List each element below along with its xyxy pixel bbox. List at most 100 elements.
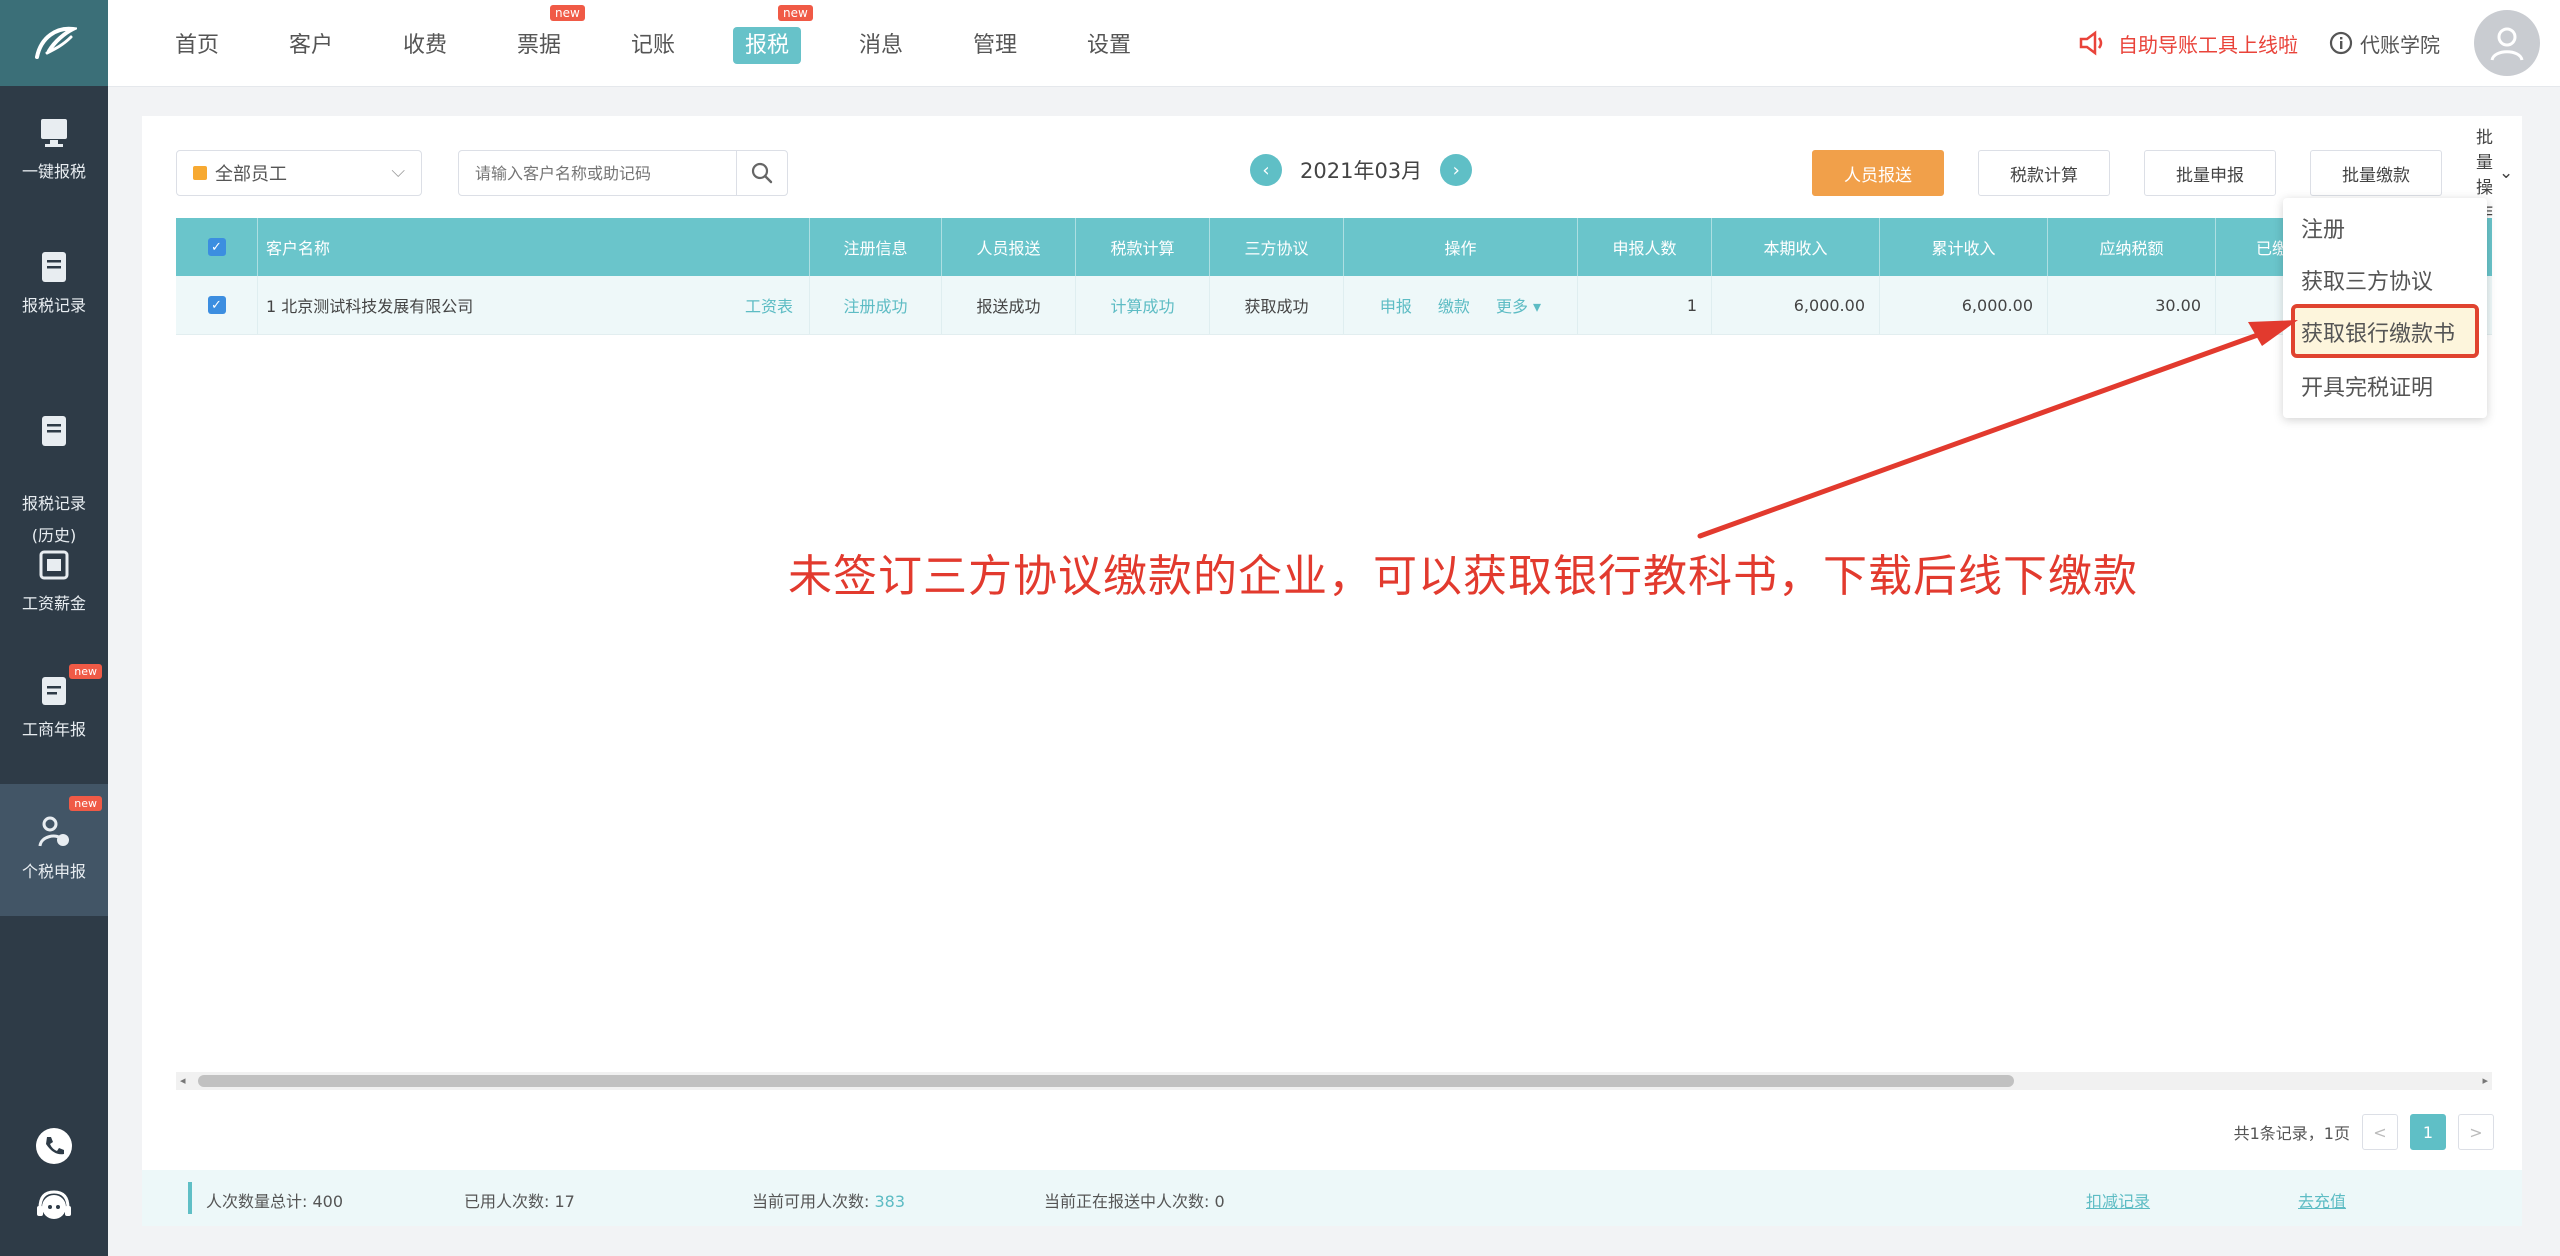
caret-down-icon: ▾ — [1533, 297, 1542, 316]
tax-calc-button[interactable]: 税款计算 — [1978, 150, 2110, 196]
row-select-cell: ✓ — [176, 276, 258, 334]
stats-available-value: 383 — [874, 1192, 906, 1211]
menu-item-tax-certificate[interactable]: 开具完税证明 — [2301, 370, 2433, 402]
batch-declare-button[interactable]: 批量申报 — [2144, 150, 2276, 196]
stats-total: 人次数量总计: 400 — [206, 1192, 344, 1211]
register-status[interactable]: 注册成功 — [810, 276, 942, 334]
sidebar-item-tax-records[interactable]: 报税记录 — [0, 250, 108, 316]
user-avatar[interactable] — [2474, 10, 2540, 76]
nav-label: 消息 — [858, 33, 903, 58]
sidebar-item-salary[interactable]: 工资薪金 — [0, 548, 108, 614]
nav-label: 管理 — [972, 33, 1017, 58]
nav-label: 票据 — [516, 33, 561, 58]
pager-summary: 共1条记录，1页 — [2233, 1124, 2350, 1143]
app-logo[interactable] — [0, 0, 108, 86]
declare-link[interactable]: 申报 — [1380, 293, 1412, 317]
table-header: ✓ 客户名称 注册信息 人员报送 税款计算 三方协议 操作 申报人数 本期收入 … — [176, 218, 2492, 276]
employee-select[interactable]: 全部员工 ⌵ — [176, 150, 422, 196]
menu-item-get-tripartite[interactable]: 获取三方协议 — [2301, 264, 2433, 296]
prev-month-button[interactable]: ‹ — [1250, 154, 1282, 186]
customer-search — [458, 150, 788, 196]
sidebar-item-label: 一键报税 — [21, 162, 86, 181]
menu-item-register[interactable]: 注册 — [2301, 212, 2345, 244]
stats-used: 已用人次数: 17 — [464, 1192, 575, 1211]
header-tax-due: 应纳税额 — [2048, 218, 2216, 276]
nav-settings[interactable]: 设置 — [1052, 27, 1166, 59]
deduction-records-link[interactable]: 扣减记录 — [2086, 1188, 2150, 1212]
scrollbar-thumb[interactable] — [198, 1075, 2014, 1087]
nav-label: 首页 — [174, 33, 219, 58]
staff-report-status: 报送成功 — [942, 276, 1076, 334]
sidebar-item-tax-records-history[interactable]: 报税记录 (历史) — [0, 382, 108, 552]
speaker-icon — [2079, 30, 2103, 56]
import-tool-link[interactable]: 自助导账工具上线啦 — [2078, 29, 2298, 58]
tax-due: 30.00 — [2048, 276, 2216, 334]
horizontal-scrollbar[interactable]: ◂ ▸ — [176, 1072, 2492, 1090]
main-nav: 首页 客户 收费 票据 new 记账 报税 new 消息 管理 设置 — [140, 0, 1166, 86]
stats-available: 当前可用人次数: 383 — [752, 1188, 905, 1212]
customer-name[interactable]: 1 北京测试科技发展有限公司 — [266, 293, 473, 317]
nav-fees[interactable]: 收费 — [368, 27, 482, 59]
pagination: 共1条记录，1页 < 1 > — [2234, 1114, 2494, 1150]
pay-link[interactable]: 缴款 — [1438, 293, 1470, 317]
prev-page-button[interactable]: < — [2362, 1114, 2398, 1150]
sidebar-item-annual-report[interactable]: new 工商年报 — [0, 664, 108, 740]
header-register: 注册信息 — [810, 218, 942, 276]
sidebar: 一键报税 报税记录 报税记录 (历史) 工资薪金 new 工商年报 new 个税… — [0, 86, 108, 1256]
search-icon — [751, 162, 773, 184]
tax-calc-status[interactable]: 计算成功 — [1076, 276, 1210, 334]
more-link[interactable]: 更多 ▾ — [1496, 293, 1541, 317]
academy-link[interactable]: 代账学院 — [2328, 29, 2440, 58]
sidebar-item-one-click-tax[interactable]: 一键报税 — [0, 116, 108, 182]
select-marker-icon — [193, 166, 207, 180]
nav-customers[interactable]: 客户 — [254, 27, 368, 59]
row-checkbox[interactable]: ✓ — [207, 296, 226, 314]
nav-tax[interactable]: 报税 new — [710, 5, 824, 64]
payroll-link[interactable]: 工资表 — [745, 293, 793, 317]
monitor-icon — [41, 119, 67, 147]
search-button[interactable] — [736, 151, 787, 195]
batch-operations-dropdown[interactable]: 批量操作 ⌄ — [2476, 128, 2513, 223]
nav-messages[interactable]: 消息 — [824, 27, 938, 59]
next-page-button[interactable]: > — [2458, 1114, 2494, 1150]
scroll-left-icon[interactable]: ◂ — [180, 1074, 186, 1087]
phone-icon[interactable] — [34, 1126, 74, 1166]
select-all-cell: ✓ — [176, 218, 258, 276]
customer-service-icon[interactable] — [34, 1186, 74, 1226]
scroll-right-icon[interactable]: ▸ — [2482, 1074, 2488, 1087]
stats-accent-bar — [188, 1182, 192, 1214]
nav-bookkeeping[interactable]: 记账 — [596, 27, 710, 59]
header-tripartite: 三方协议 — [1210, 218, 1344, 276]
nav-management[interactable]: 管理 — [938, 27, 1052, 59]
chevron-down-icon: ⌵ — [391, 161, 405, 182]
new-badge: new — [69, 796, 102, 811]
header-income-current: 本期收入 — [1712, 218, 1880, 276]
declare-count: 1 — [1578, 276, 1712, 334]
header-operations: 操作 — [1344, 218, 1578, 276]
select-all-checkbox[interactable]: ✓ — [207, 238, 226, 256]
main-card: 全部员工 ⌵ ‹ 2021年03月 › 人员报送 税款计算 批量申报 批量缴款 … — [142, 116, 2522, 1226]
header-tax-calc: 税款计算 — [1076, 218, 1210, 276]
search-input[interactable] — [459, 162, 737, 184]
sidebar-item-personal-tax[interactable]: new 个税申报 — [0, 784, 108, 916]
user-icon — [2490, 27, 2524, 61]
person-tax-icon — [38, 816, 69, 847]
stats-available-label: 当前可用人次数: — [752, 1192, 870, 1211]
menu-item-get-bank-payment-slip[interactable]: 获取银行缴款书 — [2301, 316, 2455, 348]
new-badge: new — [69, 664, 102, 679]
recharge-link[interactable]: 去充值 — [2298, 1188, 2346, 1212]
next-month-button[interactable]: › — [1440, 154, 1473, 186]
nav-home[interactable]: 首页 — [140, 27, 254, 59]
nav-bills[interactable]: 票据 new — [482, 5, 596, 59]
batch-pay-button[interactable]: 批量缴款 — [2310, 150, 2442, 196]
table-row[interactable]: ✓ 1 北京测试科技发展有限公司 工资表 注册成功 报送成功 计算成功 获取成功… — [176, 276, 2492, 335]
page-button-current[interactable]: 1 — [2410, 1114, 2446, 1150]
sidebar-item-label: 报税记录 (历史) — [21, 494, 86, 545]
staff-report-button[interactable]: 人员报送 — [1812, 150, 1944, 196]
nav-label: 设置 — [1086, 33, 1131, 58]
stats-pending: 当前正在报送中人次数: 0 — [1044, 1192, 1225, 1211]
batch-operations-menu: 注册 获取三方协议 获取银行缴款书 开具完税证明 — [2283, 198, 2487, 418]
customer-cell: 1 北京测试科技发展有限公司 工资表 — [258, 276, 810, 334]
month-label: 2021年03月 — [1300, 159, 1423, 183]
toolbar: 全部员工 ⌵ ‹ 2021年03月 › 人员报送 税款计算 批量申报 批量缴款 … — [176, 128, 2513, 223]
